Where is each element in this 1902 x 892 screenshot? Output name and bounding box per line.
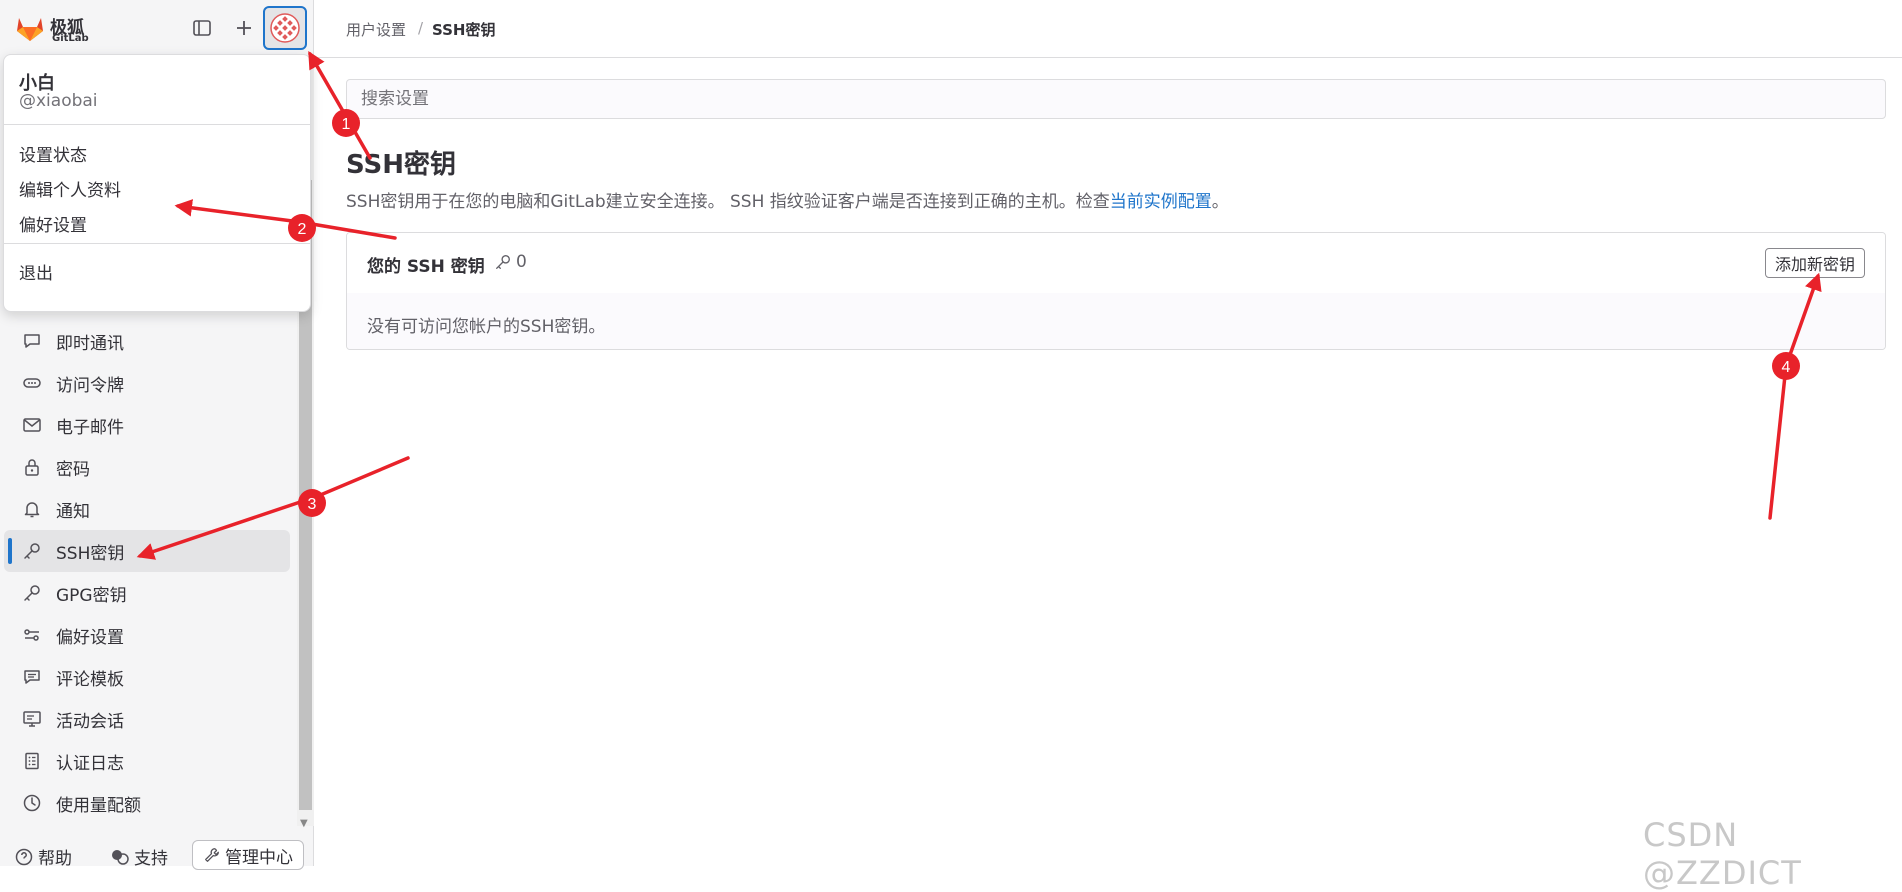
help-label: 帮助 xyxy=(38,849,72,869)
sidebar-footer: 帮助 支持 管理中心 xyxy=(0,840,314,870)
key-icon xyxy=(496,255,510,269)
key-icon xyxy=(20,581,44,605)
menu-item-sign-out[interactable]: 退出 xyxy=(19,259,53,284)
sidebar-item-label: 使用量配额 xyxy=(56,795,141,816)
sidebar-item-chat[interactable]: 即时通讯 xyxy=(4,320,290,362)
comment-template-icon xyxy=(20,665,44,689)
sidebar-item-password[interactable]: 密码 xyxy=(4,446,290,488)
preferences-icon xyxy=(20,623,44,647)
user-avatar-button[interactable] xyxy=(263,6,307,50)
gitlab-logo-icon[interactable] xyxy=(14,12,46,44)
brand-subname: GitLab xyxy=(52,33,89,44)
chat-icon xyxy=(20,329,44,353)
help-button[interactable]: 帮助 xyxy=(14,844,72,869)
sidebar-item-auth-log[interactable]: 认证日志 xyxy=(4,740,290,782)
mail-icon xyxy=(20,413,44,437)
card-body: 没有可访问您帐户的SSH密钥。 xyxy=(347,293,1885,349)
user-menu-dropdown: 小白 @xiaobai 设置状态 编辑个人资料 偏好设置 退出 xyxy=(3,54,311,312)
support-icon xyxy=(112,849,129,865)
sidebar-item-gpg-keys[interactable]: GPG密钥 xyxy=(4,572,290,614)
user-handle: @xiaobai xyxy=(19,91,98,111)
sidebar-item-label: 电子邮件 xyxy=(56,417,124,438)
breadcrumb-current[interactable]: SSH密钥 xyxy=(432,19,496,40)
sidebar-item-active-sessions[interactable]: 活动会话 xyxy=(4,698,290,740)
sidebar-toggle-icon xyxy=(193,20,211,36)
wrench-icon xyxy=(205,848,219,862)
card-title: 您的 SSH 密钥 xyxy=(367,257,485,277)
key-count-badge: 0 xyxy=(494,252,527,272)
log-icon xyxy=(20,749,44,773)
monitor-icon xyxy=(20,707,44,731)
quota-icon xyxy=(20,791,44,815)
support-button[interactable]: 支持 xyxy=(110,844,168,869)
sidebar-item-label: 密码 xyxy=(56,459,90,480)
sidebar-item-label: 通知 xyxy=(56,501,90,522)
menu-item-edit-profile[interactable]: 编辑个人资料 xyxy=(19,176,121,201)
bell-icon xyxy=(20,497,44,521)
create-new-button[interactable] xyxy=(228,12,260,44)
breadcrumb-user-settings[interactable]: 用户设置 xyxy=(346,19,406,40)
menu-item-set-status[interactable]: 设置状态 xyxy=(19,141,87,166)
card-header: 您的 SSH 密钥 0 添加新密钥 xyxy=(347,233,1885,294)
sidebar-item-emails[interactable]: 电子邮件 xyxy=(4,404,290,446)
sidebar-item-label: 认证日志 xyxy=(56,753,124,774)
sidebar-item-label: 即时通讯 xyxy=(56,333,124,354)
ssh-keys-card: 您的 SSH 密钥 0 添加新密钥 没有可访问您帐户的SSH密钥。 xyxy=(346,232,1886,350)
key-icon xyxy=(20,539,44,563)
instance-config-link[interactable]: 当前实例配置 xyxy=(1110,192,1212,212)
settings-nav: 即时通讯 访问令牌 电子邮件 密码 通知 SSH密钥 GPG密钥 偏好设置 评论… xyxy=(0,320,296,824)
main-content: 用户设置 / SSH密钥 SSH密钥 SSH密钥用于在您的电脑和GitLab建立… xyxy=(314,0,1902,866)
menu-divider xyxy=(4,243,310,244)
watermark-text: CSDN @ZZDICT xyxy=(1643,816,1802,892)
description-suffix: 。 xyxy=(1211,192,1229,212)
sidebar-item-label: 访问令牌 xyxy=(56,375,124,396)
sidebar-item-comment-templates[interactable]: 评论模板 xyxy=(4,656,290,698)
add-new-key-button[interactable]: 添加新密钥 xyxy=(1764,248,1865,278)
sidebar-item-access-tokens[interactable]: 访问令牌 xyxy=(4,362,290,404)
sidebar-item-label: GPG密钥 xyxy=(56,585,127,606)
breadcrumb-separator: / xyxy=(418,19,424,37)
sidebar-item-ssh-keys[interactable]: SSH密钥 xyxy=(4,530,290,572)
plus-icon xyxy=(237,21,251,35)
sidebar-item-label: SSH密钥 xyxy=(56,543,125,564)
admin-label: 管理中心 xyxy=(225,847,293,868)
top-bar: 用户设置 / SSH密钥 xyxy=(314,0,1902,58)
lock-icon xyxy=(20,455,44,479)
help-icon xyxy=(15,848,33,865)
page-title: SSH密钥 xyxy=(346,150,457,180)
page-description: SSH密钥用于在您的电脑和GitLab建立安全连接。 SSH 指纹验证客户端是否… xyxy=(346,187,1229,212)
search-settings-input[interactable] xyxy=(346,79,1886,119)
menu-item-preferences[interactable]: 偏好设置 xyxy=(19,211,87,236)
avatar-icon xyxy=(270,13,300,43)
scroll-down-arrow-icon[interactable]: ▼ xyxy=(300,818,308,829)
empty-state-text: 没有可访问您帐户的SSH密钥。 xyxy=(367,317,606,337)
sidebar-item-preferences[interactable]: 偏好设置 xyxy=(4,614,290,656)
sidebar-item-label: 偏好设置 xyxy=(56,627,124,648)
key-count: 0 xyxy=(516,252,527,272)
token-icon xyxy=(20,371,44,395)
support-label: 支持 xyxy=(134,849,168,869)
sidebar-header: 极狐 GitLab xyxy=(0,0,314,56)
toggle-sidebar-button[interactable] xyxy=(186,12,218,44)
sidebar-item-usage-quotas[interactable]: 使用量配额 xyxy=(4,782,290,824)
sidebar-item-label: 评论模板 xyxy=(56,669,124,690)
sidebar-item-label: 活动会话 xyxy=(56,711,124,732)
sidebar-item-notifications[interactable]: 通知 xyxy=(4,488,290,530)
menu-divider xyxy=(4,124,310,125)
description-text: SSH密钥用于在您的电脑和GitLab建立安全连接。 SSH 指纹验证客户端是否… xyxy=(346,192,1110,212)
